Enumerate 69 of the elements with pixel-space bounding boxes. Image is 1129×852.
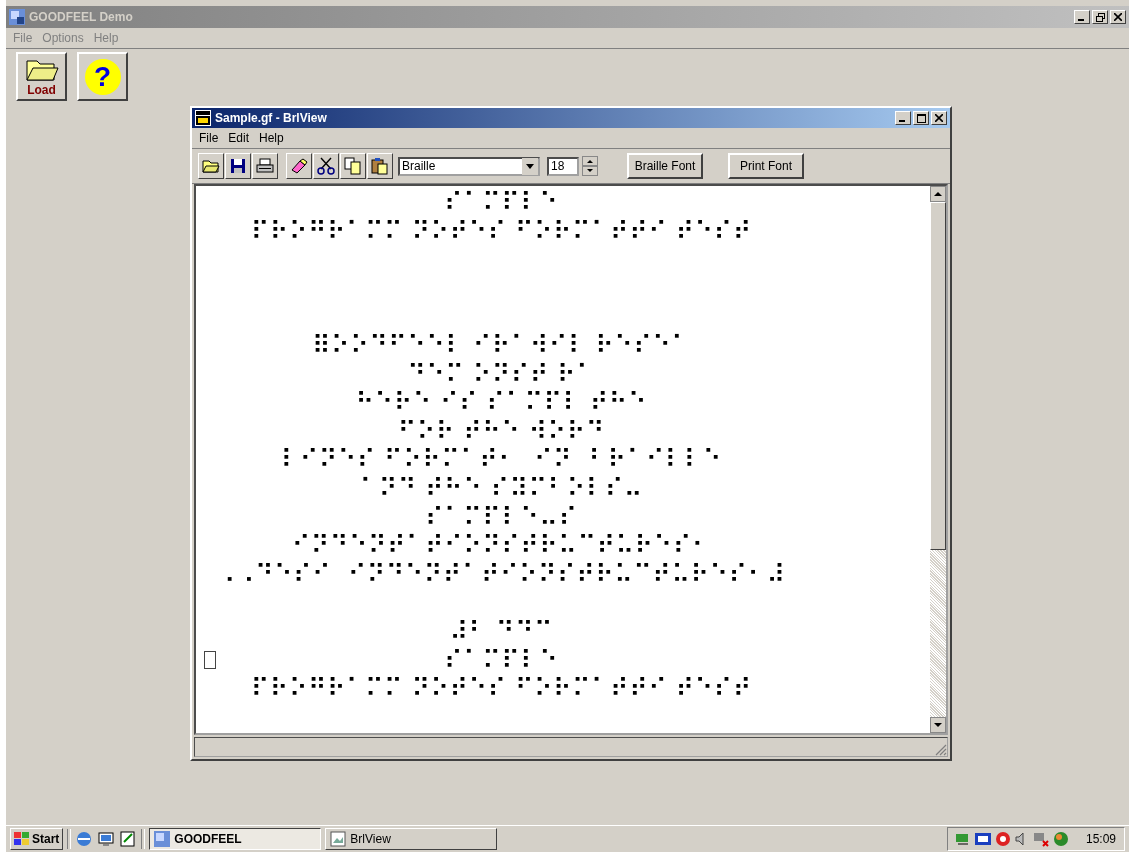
menu-item[interactable]: Help <box>254 131 289 145</box>
braille-line: ⠎⠁⠍⠏⠇⠑ <box>443 644 559 675</box>
load-button[interactable]: Load <box>16 52 67 101</box>
notepad-icon[interactable] <box>119 830 138 848</box>
braille-line: ⠋⠕⠗ ⠞⠓⠑ ⠺⠕⠗⠙ <box>397 415 605 446</box>
print-button[interactable] <box>252 153 278 179</box>
menu-item[interactable]: Edit <box>223 131 255 145</box>
desktop-icon[interactable] <box>97 830 116 848</box>
network-icon[interactable] <box>1031 831 1050 847</box>
braille-line: ⠠⠠⠙⠑⠎⠊ ⠊⠝⠙⠑⠝⠞⠁⠞⠊⠕⠝⠎⠞⠗⠥⠉⠞⠥⠗⠑⠎⠂⠼ <box>216 558 786 589</box>
resize-grip-icon[interactable] <box>935 744 947 756</box>
image-icon <box>330 831 347 847</box>
clipboard-icon <box>371 157 389 175</box>
menu-item[interactable]: File <box>194 131 224 145</box>
braille-line: ⠎⠁⠍⠏⠇⠑ <box>443 187 559 217</box>
minimize-button[interactable] <box>895 111 911 125</box>
taskbar-button[interactable]: GOODFEEL <box>149 828 322 850</box>
size-spinner[interactable] <box>582 156 598 176</box>
restore-icon <box>1095 12 1105 22</box>
clock: 15:09 <box>1085 832 1116 846</box>
braille-line: ⠏⠗⠕⠛⠗⠁⠍⠍ ⠝⠕⠞⠑⠎ ⠋⠕⠗⠍⠁⠞⠞⠊ ⠞⠑⠎⠞ <box>250 215 752 246</box>
app-icon <box>154 831 171 847</box>
printer-icon <box>256 158 274 174</box>
app-icon <box>9 9 25 25</box>
tray-icon[interactable] <box>993 831 1012 847</box>
window-title: Sample.gf - BrlView <box>215 111 327 125</box>
font-dropdown[interactable]: Braille <box>398 156 540 176</box>
close-icon <box>1114 13 1122 21</box>
cut-button[interactable] <box>313 153 339 179</box>
eraser-icon <box>290 158 308 174</box>
app-icon <box>195 110 211 126</box>
save-button[interactable] <box>225 153 251 179</box>
scroll-up-button[interactable] <box>930 186 946 202</box>
windows-logo-icon <box>14 832 30 846</box>
help-button[interactable]: ? <box>77 52 128 101</box>
folder-icon <box>202 158 220 174</box>
tray-icon[interactable] <box>973 831 992 847</box>
braille-line: ⠿⠕⠕⠙⠋⠑⠑⠇ ⠊⠗⠁⠺⠊⠇ ⠗⠑⠎⠑⠁ <box>311 329 691 360</box>
scrollbar-thumb[interactable] <box>930 202 946 550</box>
copy-button[interactable] <box>340 153 366 179</box>
restore-button[interactable] <box>1092 10 1108 24</box>
braille-line: ⠙⠑⠍ ⠕⠝⠎⠞ ⠗⠁ <box>407 358 595 389</box>
maximize-button[interactable] <box>913 111 929 125</box>
browser-icon[interactable] <box>75 830 94 848</box>
braille-line: ⠁⠝⠙ ⠞⠓⠑ ⠎⠽⠍⠃⠕⠇⠎⠤ <box>359 472 643 503</box>
close-button[interactable] <box>1110 10 1126 24</box>
taskbar-button[interactable]: BrlView <box>325 828 498 850</box>
maximize-icon <box>916 113 926 123</box>
size-field[interactable]: 18 <box>547 156 579 176</box>
start-button[interactable]: Start <box>10 828 64 850</box>
minimize-button[interactable] <box>1074 10 1090 24</box>
braille-line: ⠇⠊⠝⠑⠎ ⠋⠕⠗⠍⠁⠞⠂ ⠊⠝ ⠃⠗⠁⠊⠇⠇⠑ <box>280 444 722 475</box>
open-folder-button[interactable] <box>198 153 224 179</box>
scissors-icon <box>317 157 335 175</box>
paste-button[interactable] <box>367 153 393 179</box>
close-icon <box>935 114 943 122</box>
scroll-down-button[interactable] <box>930 717 946 733</box>
copy-icon <box>344 157 362 175</box>
vertical-scrollbar[interactable] <box>930 186 946 733</box>
font-button[interactable]: Print Font <box>728 153 804 179</box>
close-button[interactable] <box>931 111 947 125</box>
braille-line: ⠓⠑⠗⠑ ⠊⠎ ⠎⠁⠍⠏⠇ ⠞⠓⠑ <box>355 387 647 418</box>
braille-line: ⠎⠁⠍⠏⠇⠑⠤⠎ <box>424 501 578 532</box>
braille-line: ⠏⠗⠕⠛⠗⠁⠍⠍ ⠝⠕⠞⠑⠎ ⠋⠕⠗⠍⠁⠞⠞⠊ ⠞⠑⠎⠞ <box>250 673 752 704</box>
window-title: GOODFEEL Demo <box>29 10 133 24</box>
braille-line: ⠊⠝⠙⠑⠝⠞⠁⠞⠊⠕⠝⠎⠞⠗⠥⠉⠞⠥⠗⠑⠎⠂ <box>291 530 711 561</box>
eraser-button[interactable] <box>286 153 312 179</box>
font-button[interactable]: Braille Font <box>627 153 703 179</box>
braille-line: ⠼⠃ ⠙⠙⠉ <box>449 615 553 646</box>
